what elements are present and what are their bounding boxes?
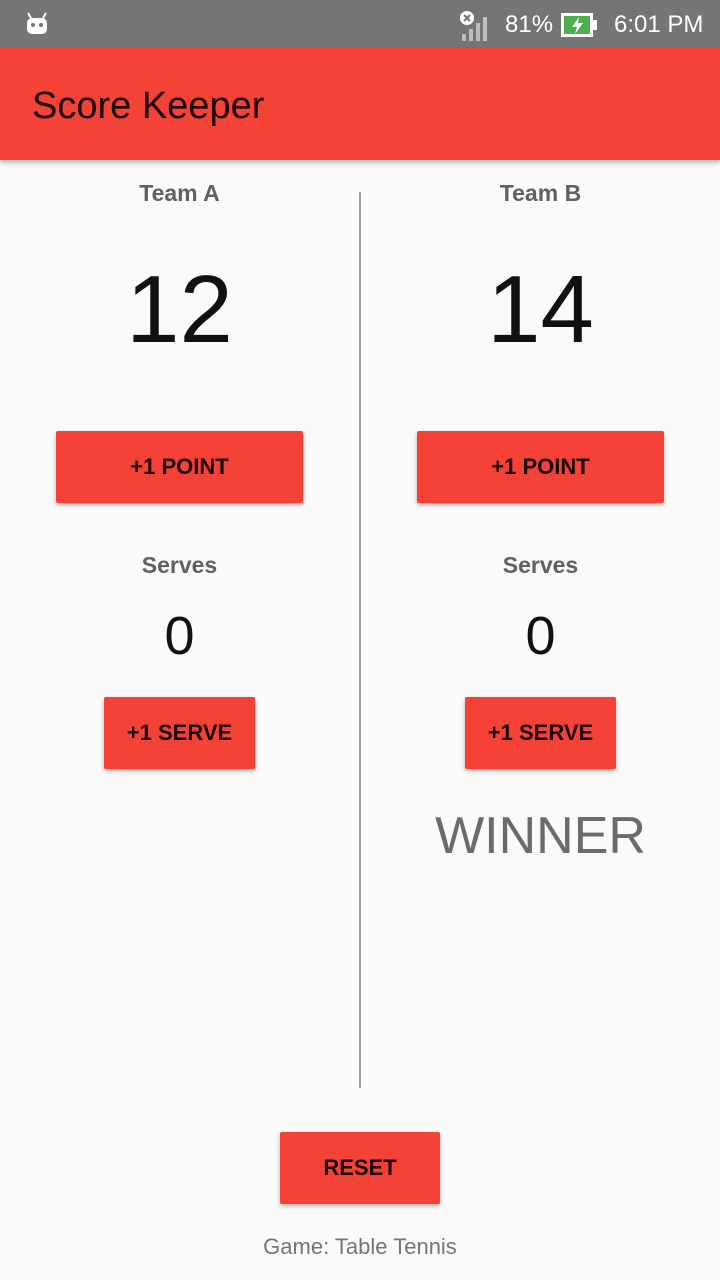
battery-charging-icon — [561, 13, 597, 37]
team-b-name: Team B — [499, 180, 582, 206]
battery-percent: 81% — [505, 11, 554, 38]
clock: 6:01 PM — [614, 11, 704, 38]
team-a-add-point-button[interactable]: +1 POINT — [56, 431, 303, 503]
team-a-serves-count: 0 — [164, 606, 195, 666]
team-a-column: Team A 12 +1 POINT Serves 0 +1 SERVE — [0, 160, 359, 1100]
team-a-add-serve-button[interactable]: +1 SERVE — [104, 697, 255, 769]
team-b-column: Team B 14 +1 POINT Serves 0 +1 SERVE WIN… — [361, 160, 720, 1100]
team-a-name: Team A — [139, 180, 220, 206]
signal-off-icon — [460, 11, 487, 41]
team-b-winner-label: WINNER — [435, 807, 646, 865]
game-label: Game: Table Tennis — [263, 1234, 457, 1259]
team-a-score: 12 — [126, 256, 233, 363]
team-b-serves-label: Serves — [502, 552, 579, 578]
team-b-add-point-button[interactable]: +1 POINT — [417, 431, 664, 503]
team-b-serves-count: 0 — [525, 606, 556, 666]
app-bar: Score Keeper — [0, 48, 720, 160]
app-title: Score Keeper — [32, 85, 265, 127]
status-bar: 81% 6:01 PM — [0, 0, 720, 48]
team-b-score: 14 — [487, 256, 594, 363]
team-a-serves-label: Serves — [141, 552, 218, 578]
reset-button[interactable]: RESET — [280, 1132, 440, 1204]
team-b-add-serve-button[interactable]: +1 SERVE — [465, 697, 616, 769]
android-icon — [27, 12, 47, 34]
